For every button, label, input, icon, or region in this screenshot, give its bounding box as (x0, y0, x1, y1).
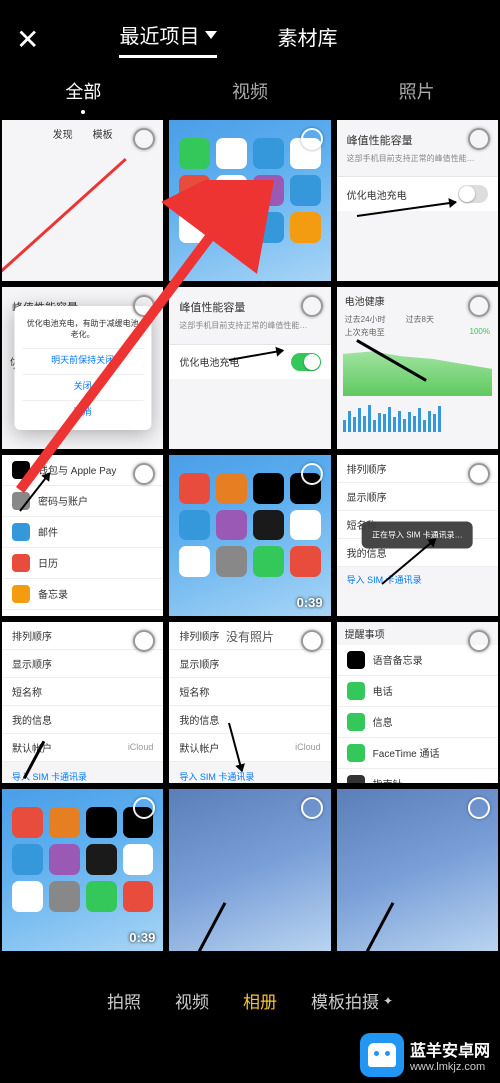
filter-photo[interactable]: 照片 (399, 78, 435, 104)
media-grid: 发现 模板 峰值性能容量这部手机目前支持正常的峰值性能… 优化电池充电 峰值性能… (0, 114, 500, 951)
thumb-10[interactable]: 排列顺序 显示顺序 短名称 我的信息 默认帐户iCloud 导入 SIM 卡通讯… (2, 622, 163, 783)
thumb-12[interactable]: 提醒事项 语音备忘录 电话 信息 FaceTime 通话 指南针 测距仪 (337, 622, 498, 783)
tab-recent[interactable]: 最近项目 (119, 20, 217, 58)
setting-label: 优化电池充电 (347, 187, 407, 202)
close-icon[interactable]: ✕ (16, 23, 39, 56)
btab-photo[interactable]: 拍照 (107, 988, 141, 1013)
select-circle[interactable] (301, 797, 323, 819)
thumb-7[interactable]: 钱包与 Apple Pay 密码与账户 邮件 日历 备忘录 提醒事项 (2, 455, 163, 616)
thumb-3[interactable]: 峰值性能容量这部手机目前支持正常的峰值性能… 优化电池充电 (337, 120, 498, 281)
select-circle[interactable] (133, 463, 155, 485)
setting-desc: 这部手机目前支持正常的峰值性能… (179, 321, 320, 331)
watermark-url: www.lmkjz.com (410, 1061, 490, 1073)
tab-library[interactable]: 素材库 (277, 20, 337, 58)
battery-chart (343, 346, 492, 396)
dialog-opt: 取消 (22, 400, 143, 422)
tab-text: 发现 (53, 126, 73, 141)
thumb-5[interactable]: 峰值性能容量这部手机目前支持正常的峰值性能… 优化电池充电 (169, 287, 330, 448)
thumb-13[interactable]: 0:39 (2, 789, 163, 950)
toggle-on (291, 353, 321, 371)
setting-title: 峰值性能容量 (179, 299, 320, 315)
thumb-4[interactable]: 峰值性能容量 优化电池充电，有助于减缓电池老化。 明天前保持关闭 关闭 取消 优… (2, 287, 163, 448)
setting-desc: 这部手机目前支持正常的峰值性能… (347, 154, 488, 164)
thumb-8[interactable]: 0:39 (169, 455, 330, 616)
import-link: 导入 SIM 卡通讯录 (337, 567, 498, 592)
chevron-down-icon (205, 31, 217, 39)
select-circle[interactable] (301, 630, 323, 652)
watermark-name: 蓝羊安卓网 (410, 1037, 490, 1061)
btab-template-label: 模板拍摄 (311, 988, 379, 1013)
setting-title: 峰值性能容量 (347, 132, 488, 148)
select-circle[interactable] (301, 295, 323, 317)
select-circle[interactable] (468, 463, 490, 485)
thumb-1[interactable]: 发现 模板 (2, 120, 163, 281)
thumb-11[interactable]: 排列顺序 显示顺序 短名称 我的信息 默认帐户iCloud 导入 SIM 卡通讯… (169, 622, 330, 783)
filter-video[interactable]: 视频 (232, 78, 268, 104)
thumb-6[interactable]: 电池健康 过去24小时过去8天 上次充电至100% (337, 287, 498, 448)
tab-recent-label: 最近项目 (119, 20, 199, 49)
btab-video[interactable]: 视频 (175, 988, 209, 1013)
dialog-opt: 明天前保持关闭 (22, 348, 143, 370)
select-circle[interactable] (301, 463, 323, 485)
setting-label: 优化电池充电 (179, 354, 239, 369)
dialog-opt: 关闭 (22, 374, 143, 396)
thumb-15[interactable] (337, 789, 498, 950)
toggle (458, 185, 488, 203)
duration: 0:39 (297, 595, 323, 610)
watermark: 蓝羊安卓网 www.lmkjz.com (360, 1033, 490, 1077)
dialog-title: 优化电池充电，有助于减缓电池老化。 (22, 314, 143, 344)
import-link: 导入 SIM 卡通讯录 (169, 762, 330, 783)
btab-album[interactable]: 相册 (243, 988, 277, 1013)
sparkle-icon: ✦ (383, 994, 393, 1008)
select-circle[interactable] (468, 630, 490, 652)
thumb-9[interactable]: 排列顺序 显示顺序 短名称 我的信息 正在导入 SIM 卡通讯录… 导入 SIM… (337, 455, 498, 616)
duration: 0:39 (129, 930, 155, 945)
filter-all[interactable]: 全部 (65, 78, 101, 104)
btab-template[interactable]: 模板拍摄 ✦ (311, 988, 393, 1013)
watermark-icon (360, 1033, 404, 1077)
select-circle[interactable] (133, 128, 155, 150)
toast: 正在导入 SIM 卡通讯录… (362, 522, 473, 549)
tab-text: 模板 (93, 126, 113, 141)
thumb-14[interactable] (169, 789, 330, 950)
activity-bars (337, 402, 498, 432)
no-photo-text: 没有照片 (226, 628, 274, 645)
select-circle[interactable] (301, 128, 323, 150)
select-circle[interactable] (468, 797, 490, 819)
thumb-2[interactable] (169, 120, 330, 281)
select-circle[interactable] (468, 128, 490, 150)
